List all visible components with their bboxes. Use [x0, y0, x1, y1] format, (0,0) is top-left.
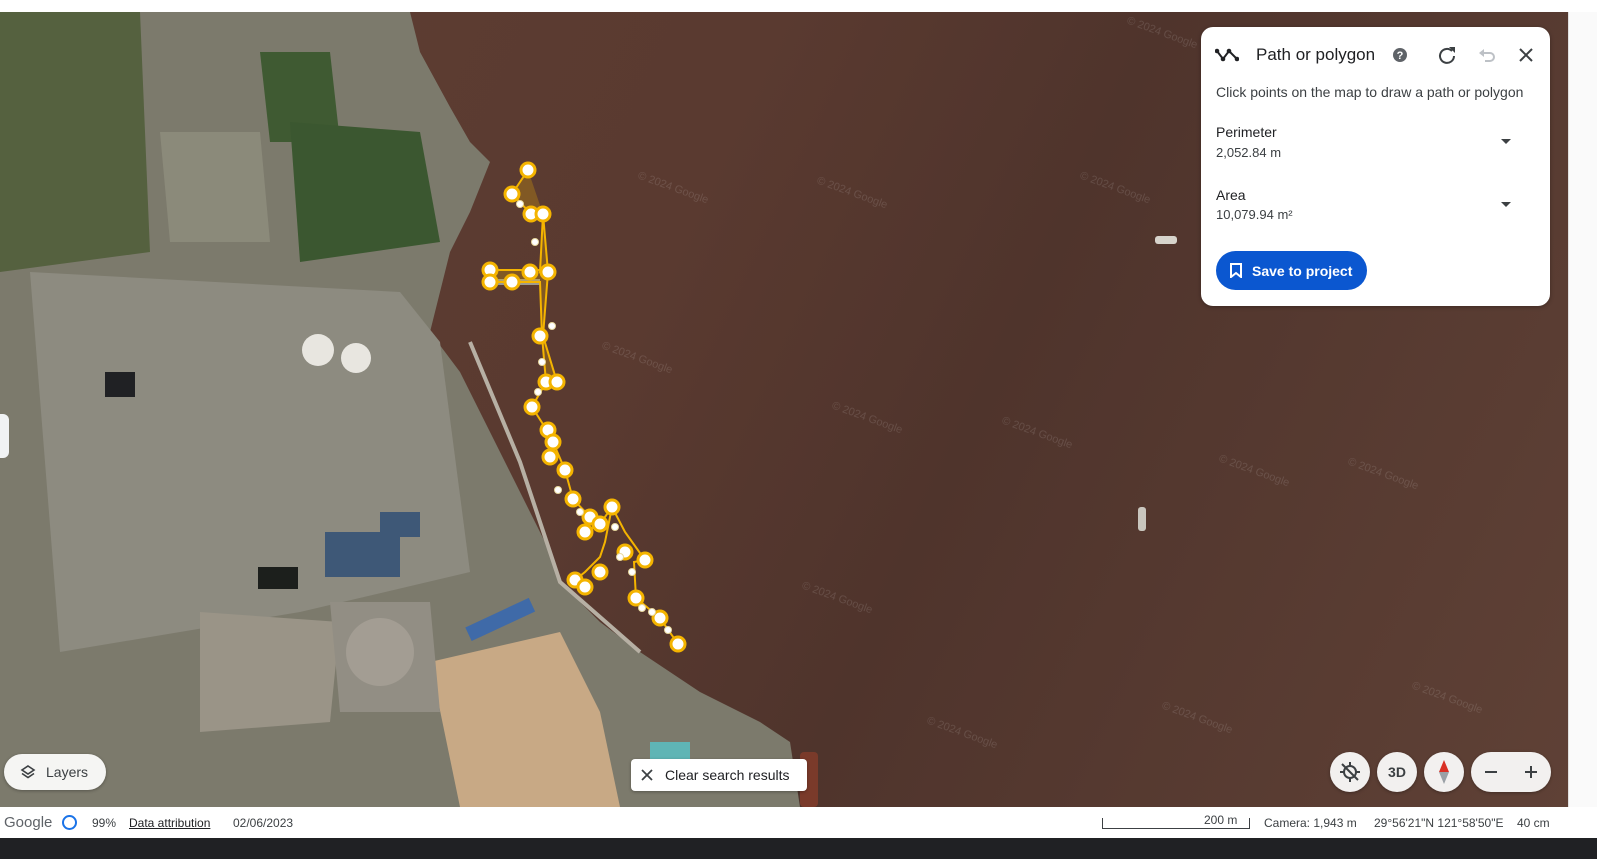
zoom-in-icon[interactable]	[1523, 764, 1539, 780]
bookmark-icon	[1230, 263, 1242, 278]
panel-title: Path or polygon	[1256, 45, 1376, 64]
zoom-out-icon[interactable]	[1483, 764, 1499, 780]
close-icon	[641, 769, 653, 781]
path-vertex[interactable]	[591, 515, 609, 533]
location-off-icon	[1340, 762, 1360, 782]
status-bar: Google 99% Data attribution 02/06/2023 C…	[0, 807, 1568, 838]
path-midpoint[interactable]	[628, 568, 636, 576]
path-vertex[interactable]	[521, 263, 539, 281]
path-vertex[interactable]	[548, 373, 566, 391]
path-vertex[interactable]	[539, 263, 557, 281]
path-midpoint[interactable]	[648, 608, 656, 616]
layers-label: Layers	[46, 764, 89, 780]
compass-button[interactable]	[1424, 752, 1464, 792]
path-midpoint[interactable]	[538, 358, 546, 366]
path-vertex[interactable]	[556, 461, 574, 479]
perimeter-unit-dropdown[interactable]	[1501, 139, 1511, 144]
data-attribution-link[interactable]: Data attribution	[129, 816, 210, 830]
path-vertex[interactable]	[564, 490, 582, 508]
undo-icon[interactable]	[1475, 43, 1499, 67]
path-vertex[interactable]	[523, 398, 541, 416]
path-midpoint[interactable]	[576, 508, 584, 516]
path-vertex[interactable]	[481, 273, 499, 291]
perimeter-value: 2,052.84 m	[1216, 145, 1282, 160]
help-icon[interactable]: ?	[1388, 43, 1412, 67]
scale-label: 200 m	[1204, 813, 1238, 827]
clear-search-results-label: Clear search results	[665, 767, 790, 783]
path-midpoint[interactable]	[554, 486, 562, 494]
imagery-date: 02/06/2023	[233, 816, 294, 830]
measure-panel: Path or polygon ? Click points on the ma…	[1201, 27, 1550, 306]
path-vertex[interactable]	[519, 161, 537, 179]
path-midpoint[interactable]	[548, 322, 556, 330]
path-vertex[interactable]	[627, 589, 645, 607]
path-vertex[interactable]	[603, 498, 621, 516]
toggle-3d-button[interactable]: 3D	[1377, 752, 1417, 792]
save-to-project-button[interactable]: Save to project	[1216, 251, 1367, 290]
path-vertex[interactable]	[591, 563, 609, 581]
perimeter-label: Perimeter	[1216, 124, 1277, 140]
area-label: Area	[1216, 187, 1246, 203]
path-vertex[interactable]	[636, 551, 654, 569]
close-icon[interactable]	[1514, 43, 1538, 67]
path-vertex[interactable]	[669, 635, 687, 653]
coordinates: 29°56'21"N 121°58'50"E	[1374, 816, 1504, 830]
zoom-controls	[1471, 752, 1551, 792]
path-midpoint[interactable]	[664, 626, 672, 634]
layers-button[interactable]: Layers	[4, 754, 106, 790]
layers-icon	[20, 765, 36, 779]
path-vertex[interactable]	[576, 523, 594, 541]
path-midpoint[interactable]	[531, 238, 539, 246]
scrollbar[interactable]	[1568, 12, 1597, 807]
clear-search-results-button[interactable]: Clear search results	[631, 759, 807, 791]
path-vertex[interactable]	[503, 273, 521, 291]
area-value: 10,079.94 m²	[1216, 207, 1293, 222]
path-vertex[interactable]	[531, 327, 549, 345]
camera-altitude: Camera: 1,943 m	[1264, 816, 1357, 830]
bottom-edge	[0, 838, 1597, 859]
side-panel-toggle[interactable]	[0, 414, 9, 458]
save-to-project-label: Save to project	[1252, 262, 1353, 279]
path-vertex[interactable]	[503, 185, 521, 203]
elevation: 40 cm	[1517, 816, 1550, 830]
path-vertex[interactable]	[576, 578, 594, 596]
redo-icon[interactable]	[1435, 43, 1459, 67]
loading-ring-icon	[62, 815, 77, 830]
path-midpoint[interactable]	[516, 200, 524, 208]
path-vertex[interactable]	[541, 448, 559, 466]
my-location-button[interactable]	[1330, 752, 1370, 792]
path-vertex[interactable]	[544, 433, 562, 451]
path-vertex[interactable]	[534, 205, 552, 223]
path-midpoint[interactable]	[534, 388, 542, 396]
path-vertices[interactable]	[481, 161, 687, 653]
area-unit-dropdown[interactable]	[1501, 202, 1511, 207]
path-midpoint[interactable]	[638, 604, 646, 612]
compass-icon	[1439, 760, 1449, 784]
google-logo: Google	[4, 814, 53, 831]
path-tool-icon	[1215, 43, 1239, 67]
panel-hint: Click points on the map to draw a path o…	[1216, 84, 1524, 100]
load-percent: 99%	[92, 816, 117, 830]
path-line[interactable]	[530, 381, 679, 645]
path-midpoint[interactable]	[611, 523, 619, 531]
path-midpoint[interactable]	[616, 553, 624, 561]
svg-text:?: ?	[1397, 50, 1404, 62]
